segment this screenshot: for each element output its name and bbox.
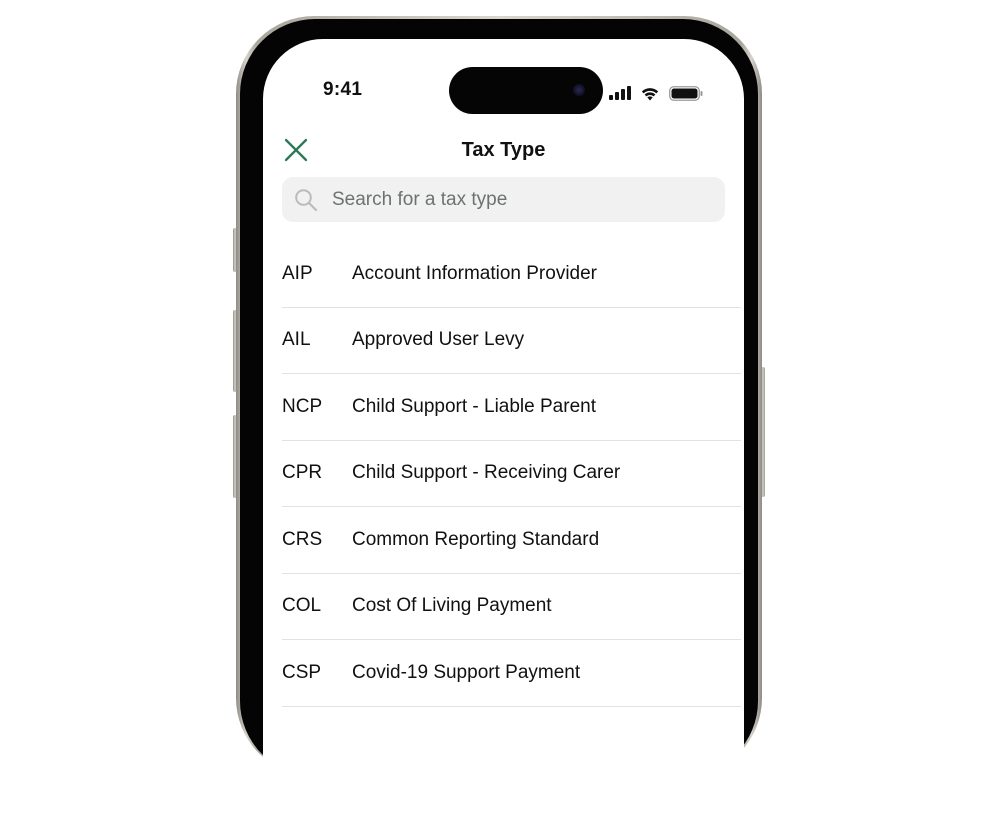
list-item[interactable]: AIL Approved User Levy: [282, 308, 741, 374]
tax-name: Account Information Provider: [352, 262, 598, 284]
list-item[interactable]: NCP Child Support - Liable Parent: [282, 374, 741, 441]
phone-frame: 9:41 Tax Type Search for a tax type AIP …: [236, 16, 762, 839]
list-item[interactable]: AIP Account Information Provider: [282, 241, 741, 308]
cellular-signal-icon: [609, 86, 631, 100]
camera-icon: [573, 84, 585, 96]
search-icon: [295, 188, 318, 211]
status-time: 9:41: [323, 79, 363, 100]
tax-code: COL: [282, 595, 322, 617]
tax-name: Cost Of Living Payment: [352, 595, 552, 617]
tax-code: AIL: [282, 329, 311, 351]
list-item[interactable]: CSP Covid-19 Support Payment: [282, 640, 741, 707]
dynamic-island: [449, 67, 603, 114]
list-item[interactable]: CPR Child Support - Receiving Carer: [282, 441, 741, 507]
tax-code: CRS: [282, 528, 323, 550]
list-item[interactable]: CRS Common Reporting Standard: [282, 507, 741, 574]
status-icons: [609, 84, 703, 102]
tax-code: CPR: [282, 462, 323, 484]
phone-screen: 9:41 Tax Type Search for a tax type AIP …: [263, 39, 744, 839]
tax-name: Child Support - Receiving Carer: [352, 462, 621, 484]
search-input[interactable]: [330, 187, 694, 212]
search-bar[interactable]: [282, 177, 725, 222]
tax-name: Common Reporting Standard: [352, 528, 600, 550]
phone-bezel: 9:41 Tax Type Search for a tax type AIP …: [240, 19, 758, 839]
tax-code: CSP: [282, 661, 322, 683]
tax-code: NCP: [282, 395, 323, 417]
tax-type-list: AIP Account Information Provider AIL App…: [282, 241, 741, 707]
tax-name: Approved User Levy: [352, 329, 525, 351]
tax-name: Child Support - Liable Parent: [352, 395, 596, 417]
wifi-icon: [641, 87, 659, 100]
tax-name: Covid-19 Support Payment: [352, 661, 581, 683]
battery-icon: [669, 85, 703, 101]
list-item[interactable]: COL Cost Of Living Payment: [282, 574, 741, 640]
page-title: Tax Type: [461, 139, 546, 161]
tax-code: AIP: [282, 262, 313, 284]
